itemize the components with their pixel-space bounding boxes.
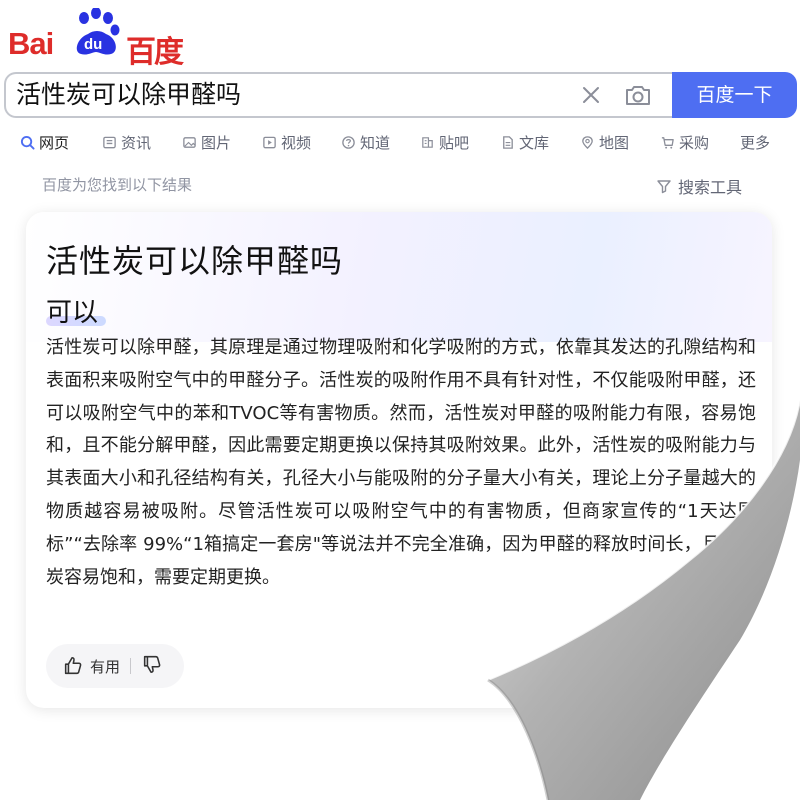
search-input[interactable]: 活性炭可以除甲醛吗 <box>4 72 672 118</box>
tab-label: 贴吧 <box>439 133 470 152</box>
tab-label: 图片 <box>201 133 232 152</box>
clear-icon[interactable] <box>578 82 604 108</box>
search-query-text: 活性炭可以除甲醛吗 <box>16 80 242 109</box>
tab-label: 采购 <box>679 133 710 152</box>
question-icon <box>342 135 355 149</box>
filter-icon <box>657 180 671 194</box>
logo-text-du: du <box>84 36 103 53</box>
result-count-text: 百度为您找到以下结果 <box>42 176 193 194</box>
search-tabs: 网页 资讯 图片 视频 知道 贴吧 文库 地图 采购 更多 <box>20 128 790 156</box>
tab-label: 网页 <box>39 133 70 152</box>
tab-purchase[interactable]: 采购 <box>660 128 709 156</box>
thumbs-down-icon <box>143 655 161 674</box>
not-useful-button[interactable] <box>141 653 163 679</box>
news-icon <box>103 136 116 148</box>
tab-map[interactable]: 地图 <box>580 128 629 156</box>
tab-images[interactable]: 图片 <box>182 128 231 156</box>
logo-text-cn: 百度 <box>126 35 184 70</box>
feedback-divider <box>130 658 132 674</box>
feedback-pill: 有用 <box>46 644 184 688</box>
tab-more[interactable]: 更多 <box>740 128 770 156</box>
useful-label: 有用 <box>90 657 121 676</box>
short-answer: 可以 <box>46 298 99 328</box>
baidu-logo[interactable]: Bai du 百度 <box>8 6 188 70</box>
video-icon <box>263 136 276 148</box>
search-bar: 活性炭可以除甲醛吗 百度一下 <box>4 72 797 118</box>
tab-label: 文库 <box>519 133 550 152</box>
search-icon <box>20 135 35 150</box>
tab-news[interactable]: 资讯 <box>102 128 151 156</box>
search-tools-button[interactable]: 搜索工具 <box>656 174 742 198</box>
tieba-icon <box>422 136 433 148</box>
cart-icon <box>661 136 674 149</box>
tab-label: 资讯 <box>121 133 152 152</box>
tab-web[interactable]: 网页 <box>20 128 69 156</box>
thumbs-up-icon <box>64 656 82 675</box>
tab-label: 视频 <box>281 133 312 152</box>
doc-icon <box>503 135 513 149</box>
tab-label: 知道 <box>360 133 391 152</box>
useful-button[interactable]: 有用 <box>62 655 120 677</box>
tab-wenku[interactable]: 文库 <box>500 128 549 156</box>
answer-title[interactable]: 活性炭可以除甲醛吗 <box>46 236 343 282</box>
answer-card: 活性炭可以除甲醛吗 可以 活性炭可以除甲醛，其原理是通过物理吸附和化学吸附的方式… <box>26 212 772 708</box>
tab-tieba[interactable]: 贴吧 <box>420 128 469 156</box>
tab-video[interactable]: 视频 <box>262 128 311 156</box>
tab-label: 更多 <box>740 133 771 152</box>
image-icon <box>183 136 196 148</box>
tab-label: 地图 <box>599 133 630 152</box>
map-icon <box>582 135 593 149</box>
camera-icon[interactable] <box>624 82 652 108</box>
tab-zhidao[interactable]: 知道 <box>341 128 390 156</box>
search-button[interactable]: 百度一下 <box>672 72 797 118</box>
search-tools-label: 搜索工具 <box>678 178 743 197</box>
logo-text-bai: Bai <box>8 26 54 61</box>
answer-body: 活性炭可以除甲醛，其原理是通过物理吸附和化学吸附的方式，依靠其发达的孔隙结构和表… <box>46 337 756 588</box>
